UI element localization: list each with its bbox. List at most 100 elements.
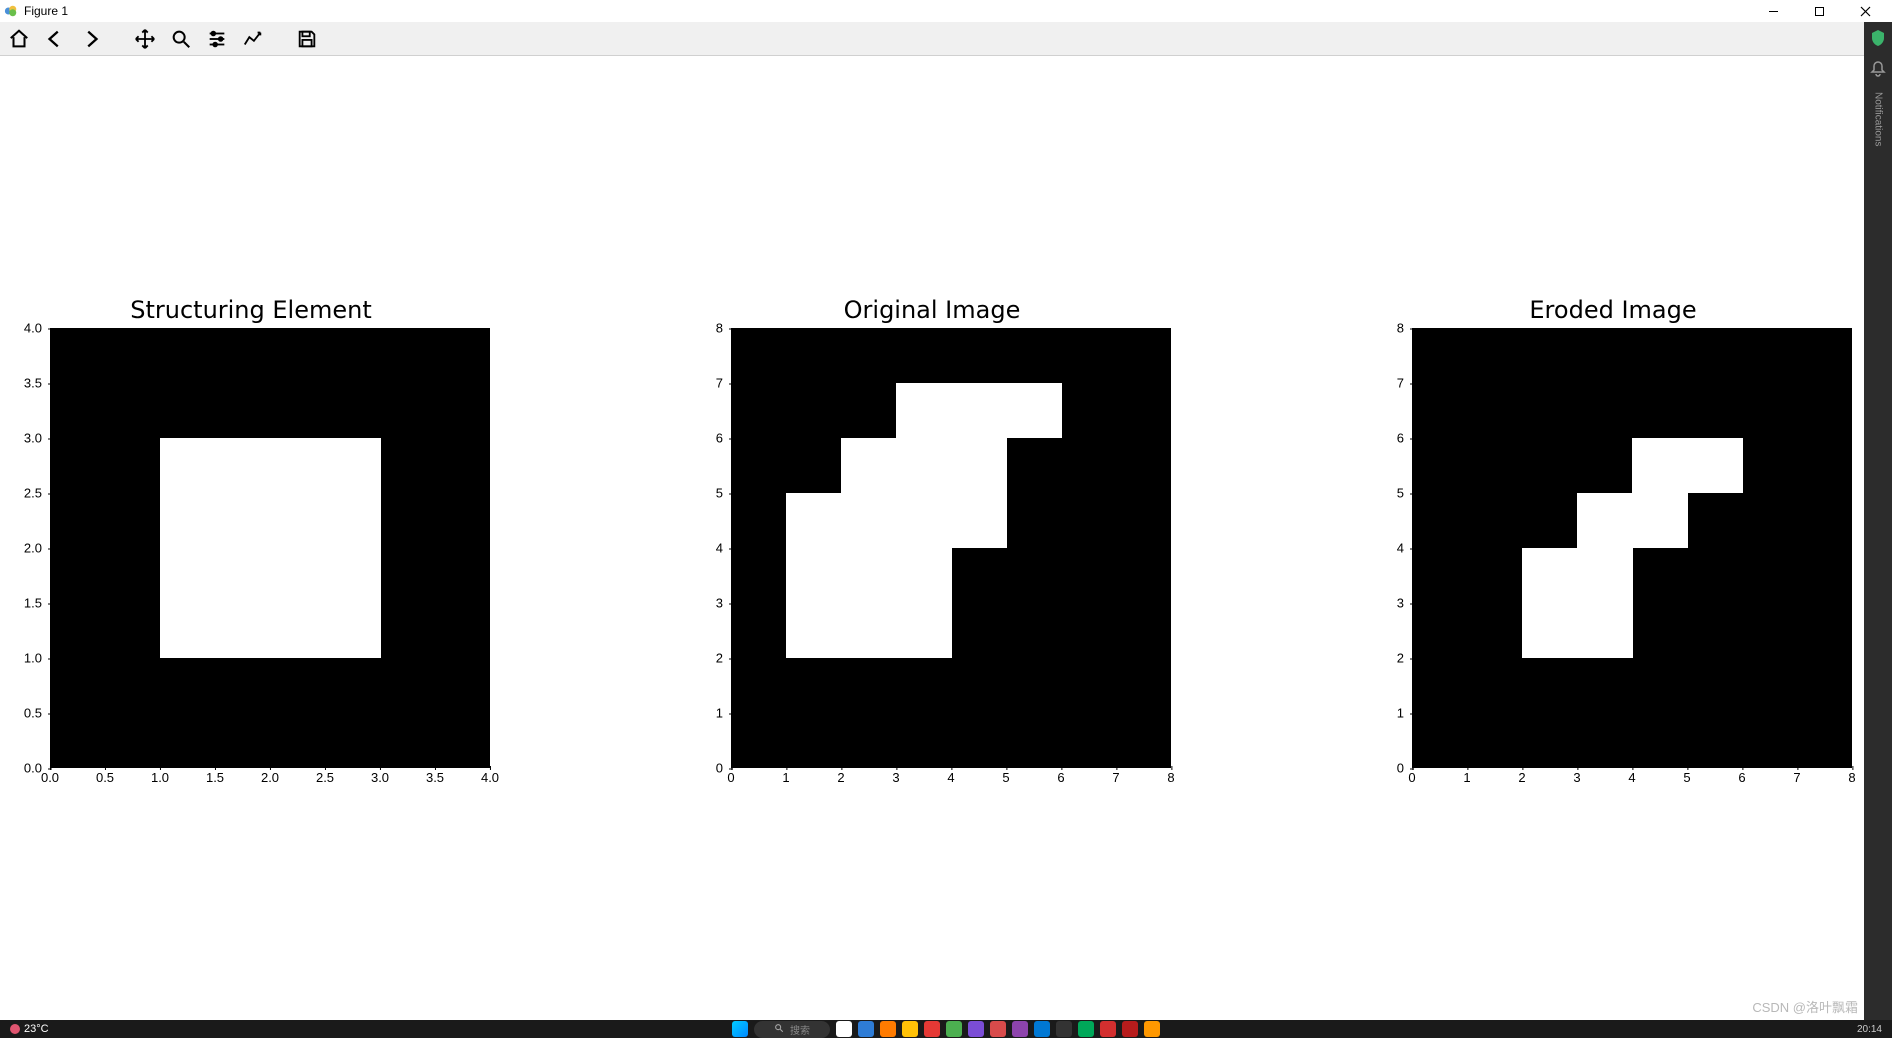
y-tick-label: 5	[689, 486, 729, 501]
minimize-button[interactable]	[1750, 0, 1796, 22]
y-tick-label: 8	[689, 321, 729, 336]
x-tick-label: 6	[1057, 770, 1064, 785]
x-tick-label: 3	[892, 770, 899, 785]
task-icon[interactable]	[1078, 1021, 1094, 1037]
y-tick-label: 3.5	[8, 376, 48, 391]
white-cell	[160, 438, 271, 549]
y-tick-label: 4	[1370, 541, 1410, 556]
task-icon[interactable]	[1012, 1021, 1028, 1037]
white-cell	[896, 438, 952, 494]
white-cell	[896, 493, 952, 549]
task-icon[interactable]	[1122, 1021, 1138, 1037]
white-cell	[786, 603, 842, 659]
y-tick-label: 0	[689, 761, 729, 776]
y-tick-label: 4.0	[8, 321, 48, 336]
y-tick-label: 1	[1370, 706, 1410, 721]
subplot-eroded-image: Eroded Image 012345678 012345678	[1372, 296, 1854, 768]
tray-time: 20:14	[1857, 1024, 1882, 1035]
pan-icon[interactable]	[132, 26, 158, 52]
y-tick-label: 2.5	[8, 486, 48, 501]
task-icon[interactable]	[1056, 1021, 1072, 1037]
back-icon[interactable]	[42, 26, 68, 52]
white-cell	[1577, 603, 1633, 659]
weather-temp: 23°C	[24, 1023, 49, 1035]
home-icon[interactable]	[6, 26, 32, 52]
white-cell	[841, 548, 897, 604]
edit-icon[interactable]	[240, 26, 266, 52]
figure-canvas[interactable]: Structuring Element 0.00.51.01.52.02.53.…	[0, 56, 1864, 1020]
axes-eroded[interactable]: 012345678 012345678	[1412, 328, 1852, 768]
task-icon[interactable]	[902, 1021, 918, 1037]
start-icon[interactable]	[732, 1021, 748, 1037]
white-cell	[951, 438, 1007, 494]
system-tray[interactable]: 20:14	[1857, 1024, 1882, 1035]
task-icon[interactable]	[968, 1021, 984, 1037]
forward-icon[interactable]	[78, 26, 104, 52]
task-icon[interactable]	[990, 1021, 1006, 1037]
x-tick-label: 0.0	[41, 770, 59, 785]
white-cell	[841, 438, 897, 494]
white-cell	[160, 548, 271, 659]
y-tick-label: 1.5	[8, 596, 48, 611]
maximize-button[interactable]	[1796, 0, 1842, 22]
task-icon[interactable]	[1144, 1021, 1160, 1037]
task-icon[interactable]	[880, 1021, 896, 1037]
x-tick-label: 7	[1112, 770, 1119, 785]
app-icon	[4, 4, 18, 18]
x-tick-label: 3.0	[371, 770, 389, 785]
task-icon[interactable]	[1100, 1021, 1116, 1037]
window-title: Figure 1	[24, 4, 68, 18]
y-tick-label: 2.0	[8, 541, 48, 556]
x-tick-label: 0	[1408, 770, 1415, 785]
shield-icon[interactable]	[1868, 28, 1888, 48]
white-cell	[786, 493, 842, 549]
task-icon[interactable]	[858, 1021, 874, 1037]
save-icon[interactable]	[294, 26, 320, 52]
weather-widget[interactable]: 23°C	[10, 1023, 49, 1035]
axes-original[interactable]: 012345678 012345678	[731, 328, 1171, 768]
task-icon[interactable]	[924, 1021, 940, 1037]
y-tick-label: 3.0	[8, 431, 48, 446]
close-button[interactable]	[1842, 0, 1888, 22]
subplot-title: Eroded Image	[1372, 296, 1854, 324]
white-cell	[270, 548, 381, 659]
sidebar-label: Notifications	[1873, 92, 1884, 146]
white-cell	[841, 493, 897, 549]
subplot-title: Original Image	[691, 296, 1173, 324]
x-tick-label: 5	[1683, 770, 1690, 785]
y-tick-label: 5	[1370, 486, 1410, 501]
ide-sidebar: Notifications	[1864, 22, 1892, 1038]
task-icon[interactable]	[1034, 1021, 1050, 1037]
x-tick-label: 1	[1463, 770, 1470, 785]
y-tick-label: 0.5	[8, 706, 48, 721]
watermark-text: CSDN @洛叶飘霜	[1752, 997, 1858, 1016]
x-tick-label: 0.5	[96, 770, 114, 785]
white-cell	[1006, 383, 1062, 439]
x-tick-label: 5	[1002, 770, 1009, 785]
subplot-title: Structuring Element	[10, 296, 492, 324]
taskbar-center: 搜索	[732, 1021, 1160, 1038]
white-cell	[951, 383, 1007, 439]
zoom-icon[interactable]	[168, 26, 194, 52]
white-cell	[1577, 548, 1633, 604]
axes-structuring[interactable]: 0.00.51.01.52.02.53.03.54.0 0.00.51.01.5…	[50, 328, 490, 768]
y-tick-label: 1	[689, 706, 729, 721]
weather-dot-icon	[10, 1024, 20, 1034]
x-tick-label: 1	[782, 770, 789, 785]
plot-row: Structuring Element 0.00.51.01.52.02.53.…	[0, 296, 1864, 768]
x-tick-label: 2	[1518, 770, 1525, 785]
white-cell	[1632, 438, 1688, 494]
task-icon[interactable]	[946, 1021, 962, 1037]
x-tick-label: 0	[727, 770, 734, 785]
white-cell	[896, 548, 952, 604]
search-input[interactable]: 搜索	[754, 1021, 830, 1038]
white-cell	[951, 493, 1007, 549]
bell-icon[interactable]	[1868, 58, 1888, 78]
white-cell	[896, 603, 952, 659]
white-cell	[786, 548, 842, 604]
white-cell	[1522, 603, 1578, 659]
x-tick-label: 1.0	[151, 770, 169, 785]
y-tick-label: 1.0	[8, 651, 48, 666]
task-icon[interactable]	[836, 1021, 852, 1037]
configure-icon[interactable]	[204, 26, 230, 52]
